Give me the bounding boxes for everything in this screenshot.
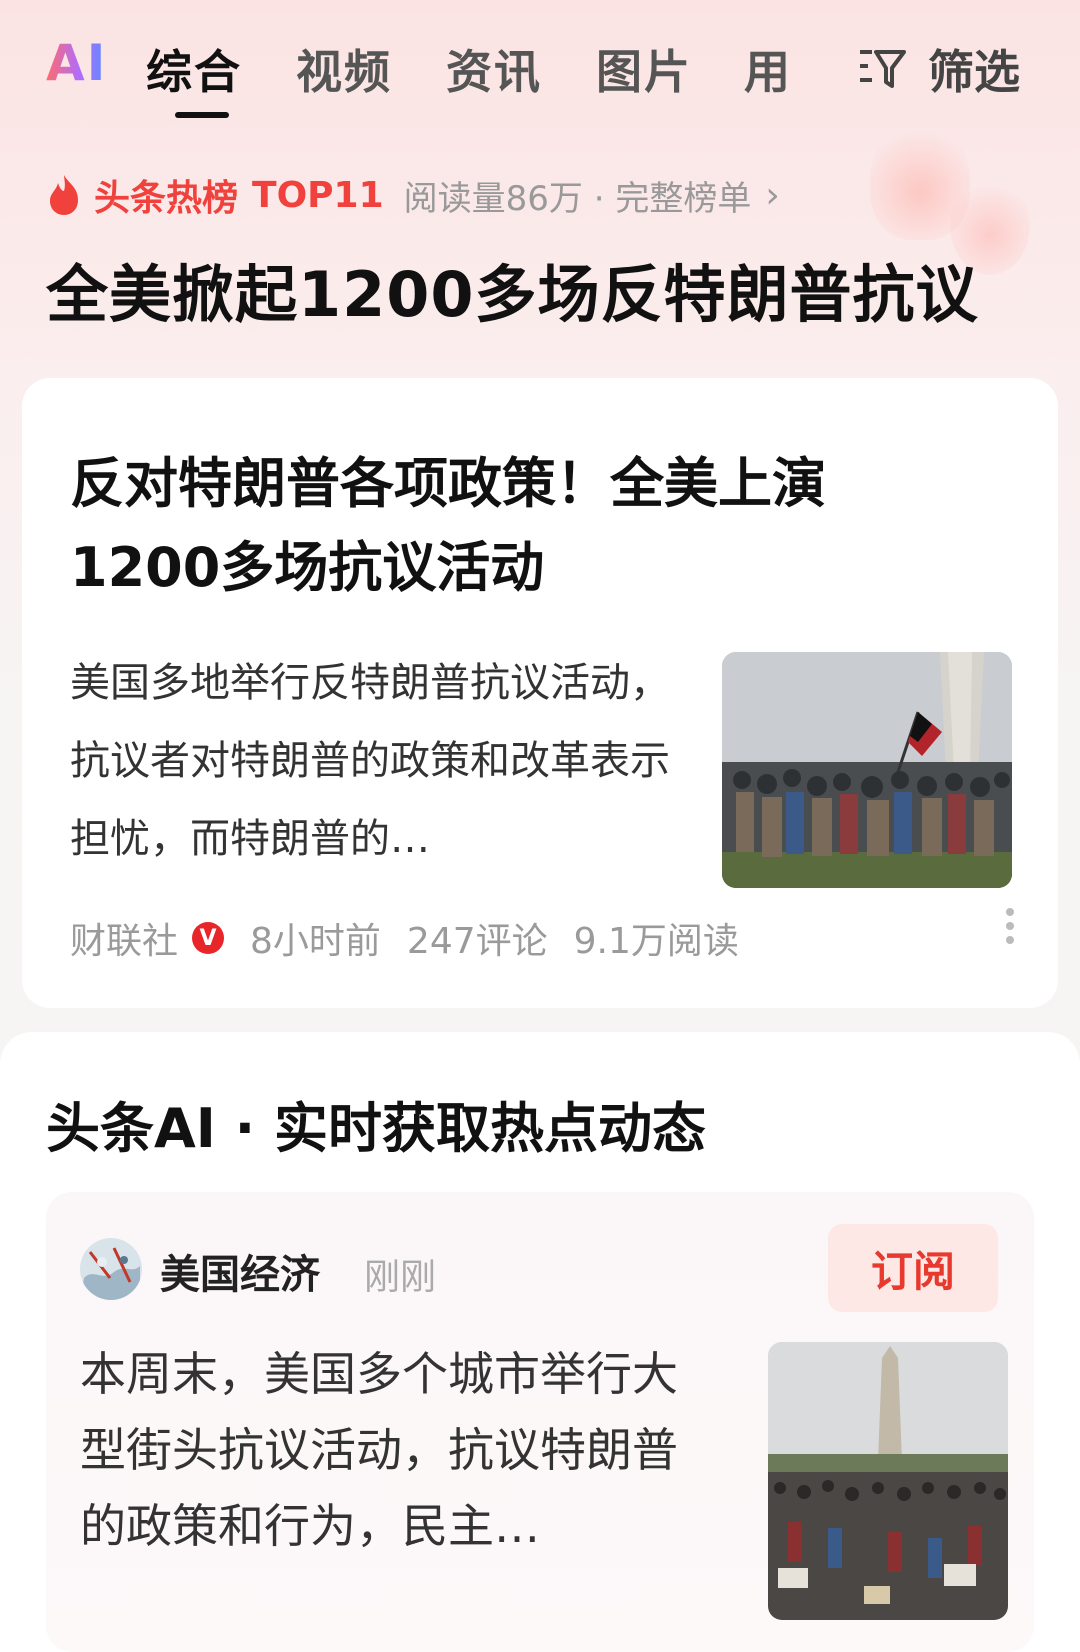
post-summary: 本周末，美国多个城市举行大型街头抗议活动，抗议特朗普的政策和行为，民主… <box>80 1347 678 1553</box>
hot-rank: TOP11 <box>252 174 384 216</box>
tab-images[interactable]: 图片 <box>596 36 692 102</box>
news-comments: 247评论 <box>406 921 548 962</box>
tab-ai[interactable]: AI <box>46 34 107 92</box>
active-tab-indicator <box>175 112 229 118</box>
hot-meta[interactable]: 阅读量86万 · 完整榜单 <box>404 171 752 220</box>
subscribe-button[interactable]: 订阅 <box>828 1224 998 1312</box>
washington-monument-photo[interactable] <box>768 1342 1008 1620</box>
hot-board-row[interactable]: 头条热榜 TOP11 阅读量86万 · 完整榜单 › <box>46 170 780 220</box>
news-summary: 美国多地举行反特朗普抗议活动，抗议者对特朗普的政策和改革表示担忧，而特朗普的… <box>70 660 670 862</box>
more-options-icon[interactable] <box>1006 908 1016 944</box>
hot-board-title: 头条热榜 <box>94 178 239 219</box>
news-source[interactable]: 财联社 <box>70 912 178 964</box>
account-name[interactable]: 美国经济 <box>160 1242 320 1300</box>
news-title[interactable]: 反对特朗普各项政策！全美上演1200多场抗议活动 <box>70 442 930 610</box>
post-time: 刚刚 <box>364 1257 437 1298</box>
news-card[interactable]: 反对特朗普各项政策！全美上演1200多场抗议活动 美国多地举行反特朗普抗议活动，… <box>22 378 1058 1008</box>
chevron-right-icon: › <box>765 174 780 216</box>
news-time: 8小时前 <box>250 921 381 962</box>
tab-comprehensive[interactable]: 综合 <box>146 36 242 102</box>
tab-video[interactable]: 视频 <box>296 36 392 102</box>
page-headline: 全美掀起1200多场反特朗普抗议 <box>46 258 979 331</box>
news-reads: 9.1万阅读 <box>573 921 739 962</box>
ai-card-title: 头条AI · 实时获取热点动态 <box>46 1097 706 1160</box>
flame-icon <box>50 175 78 215</box>
filter-label[interactable]: 筛选 <box>928 36 1020 102</box>
tab-news[interactable]: 资讯 <box>446 36 542 102</box>
top-tab-bar: AI 综合 视频 资讯 图片 用 筛选 <box>0 0 1080 120</box>
filter-icon[interactable] <box>858 44 906 92</box>
news-meta: 财联社 V 8小时前 247评论 9.1万阅读 <box>70 912 765 964</box>
ai-card: 头条AI · 实时获取热点动态 美国经济 刚刚 订阅 本周末，美国多个城市举行大… <box>0 1032 1080 1652</box>
tab-users-truncated[interactable]: 用 <box>744 36 792 102</box>
protest-photo[interactable] <box>722 652 1012 888</box>
verified-badge-icon: V <box>192 922 225 954</box>
avatar[interactable] <box>80 1238 142 1300</box>
ai-post[interactable]: 美国经济 刚刚 订阅 本周末，美国多个城市举行大型街头抗议活动，抗议特朗普的政策… <box>46 1192 1034 1652</box>
